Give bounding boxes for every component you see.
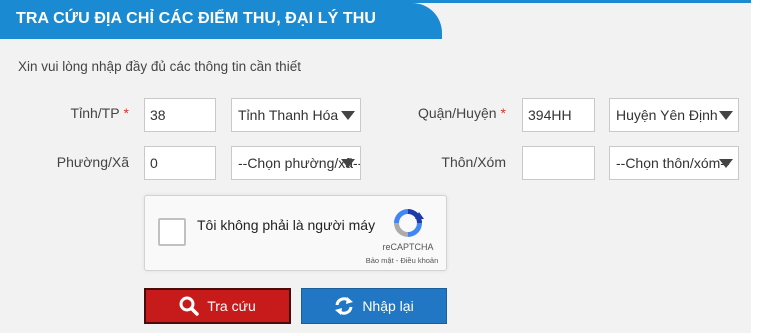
district-code-input[interactable]: 394HH xyxy=(522,98,595,132)
ward-select[interactable]: --Chọn phường/xã-- xyxy=(231,146,361,180)
caret-down-icon xyxy=(719,111,733,120)
province-code-input[interactable]: 38 xyxy=(144,98,216,132)
intro-text: Xin vui lòng nhập đầy đủ các thông tin c… xyxy=(18,59,301,74)
ward-label: Phường/Xã xyxy=(56,154,129,170)
reset-button-label: Nhập lại xyxy=(362,298,414,314)
hamlet-code-input[interactable] xyxy=(522,146,595,180)
search-button-label: Tra cứu xyxy=(207,298,256,314)
recaptcha-logo-icon xyxy=(394,209,424,237)
district-select-value: Huyện Yên Định xyxy=(616,107,718,123)
search-icon xyxy=(179,296,199,316)
recaptcha-widget: Tôi không phải là người máy reCAPTCHA Bả… xyxy=(144,195,447,271)
hamlet-label: Thôn/Xóm xyxy=(441,154,506,170)
page-title: TRA CỨU ĐỊA CHỈ CÁC ĐIỂM THU, ĐẠI LÝ THU xyxy=(0,3,442,39)
district-label: Quận/Huyện * xyxy=(417,105,506,121)
caret-down-icon xyxy=(341,159,355,168)
caret-down-icon xyxy=(719,159,733,168)
recaptcha-checkbox[interactable] xyxy=(158,218,186,246)
ward-code-input[interactable]: 0 xyxy=(144,146,216,180)
hamlet-select-value: --Chọn thôn/xóm-- xyxy=(616,155,730,171)
refresh-icon xyxy=(335,297,354,315)
recaptcha-brand: reCAPTCHA xyxy=(382,242,434,252)
hamlet-select[interactable]: --Chọn thôn/xóm-- xyxy=(609,146,739,180)
reset-button[interactable]: Nhập lại xyxy=(301,288,447,324)
caret-down-icon xyxy=(341,111,355,120)
province-select-value: Tỉnh Thanh Hóa xyxy=(238,107,339,123)
recaptcha-label: Tôi không phải là người máy xyxy=(197,217,376,233)
page-edge xyxy=(751,0,757,333)
recaptcha-terms-link[interactable]: Bảo mật - Điều khoản xyxy=(357,256,447,265)
search-button[interactable]: Tra cứu xyxy=(144,288,291,324)
lookup-panel: TRA CỨU ĐỊA CHỈ CÁC ĐIỂM THU, ĐẠI LÝ THU… xyxy=(0,0,755,333)
province-select[interactable]: Tỉnh Thanh Hóa xyxy=(231,98,361,132)
district-select[interactable]: Huyện Yên Định xyxy=(609,98,739,132)
province-label: Tỉnh/TP * xyxy=(70,105,129,121)
